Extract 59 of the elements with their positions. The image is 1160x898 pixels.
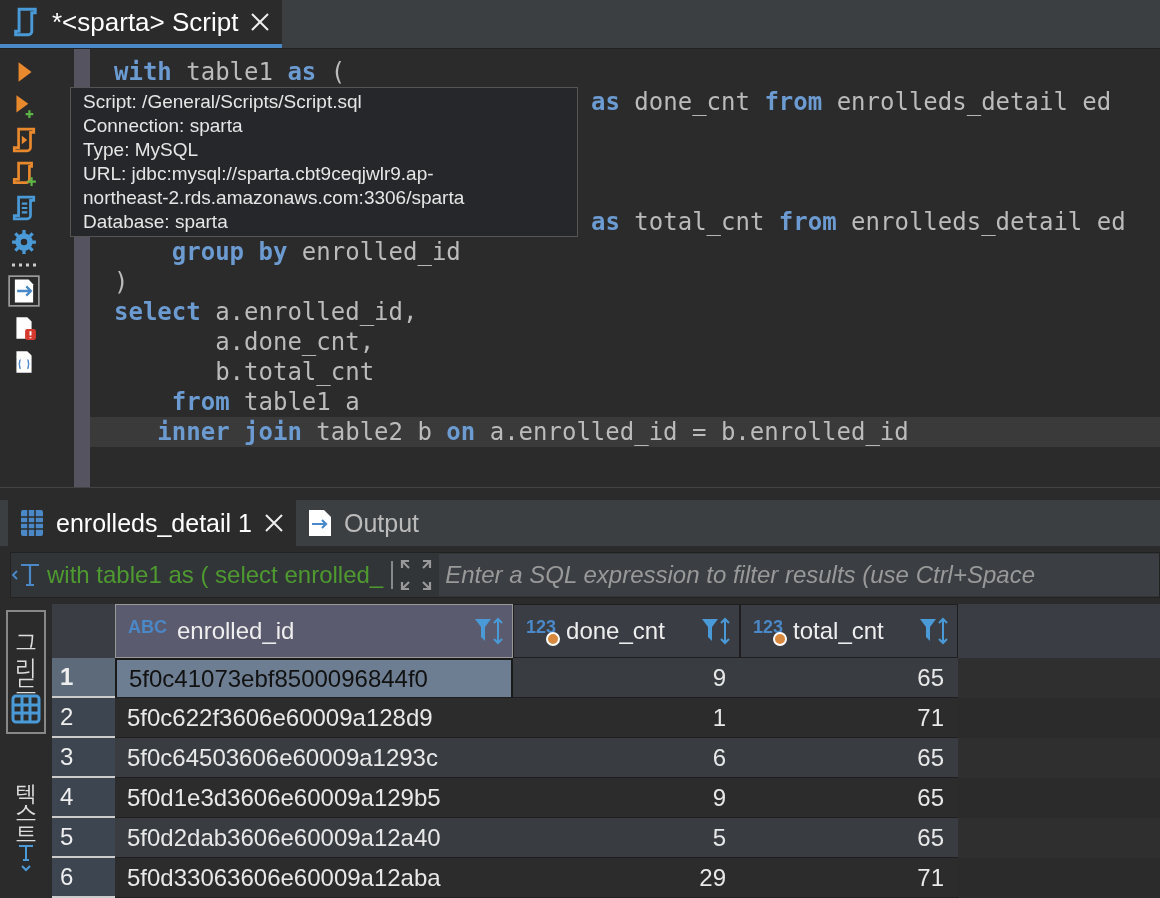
column-header[interactable]: 123 done_cnt [513,604,740,658]
row-number[interactable]: 6 [52,858,115,898]
row-number[interactable]: 4 [52,778,115,818]
row-number[interactable]: 2 [52,698,115,738]
document-export-icon[interactable] [8,275,40,307]
text-cursor-icon [16,842,36,874]
table-cell: 5f0c64503606e60009a1293c [115,738,513,778]
column-header[interactable]: ABC enrolled_id [115,604,513,658]
side-tab[interactable]: 그리드 [6,610,46,734]
code-line: as total_cnt from enrolleds_detail ed [591,207,1126,237]
table-cell: 9 [513,658,740,698]
table-cell: 5f0d2dab3606e60009a12a40 [115,818,513,858]
tooltip-line: URL: jdbc:mysql://sparta.cbt9ceqjwlr9.ap- [83,162,435,186]
table-cell: 65 [740,818,958,858]
side-tab[interactable]: 텍스트 [6,758,46,884]
header-corner [52,604,115,658]
tooltip-line: Connection: sparta [83,114,244,138]
row-number[interactable]: 5 [52,818,115,858]
dot-icon [546,631,561,646]
code-line: b.total_cnt [214,357,375,387]
script-list-icon[interactable] [11,195,37,221]
type-label: 123 [753,616,784,638]
editor-tab[interactable]: *<sparta> Script [0,0,283,48]
tooltip-line: Type: MySQL [83,138,200,162]
type-label: ABC [128,616,167,638]
table-icon [20,509,44,538]
more-dots-icon[interactable] [11,263,37,267]
tooltip-line: Database: sparta [83,210,229,234]
table-cell: 5f0c41073ebf8500096844f0 [115,658,513,698]
script-play-icon[interactable] [11,127,37,153]
code-line: as done_cnt from enrolleds_detail ed [591,87,1112,117]
result-tab[interactable]: enrolleds_detail 1 [8,500,296,547]
close-icon[interactable] [264,513,284,534]
code-line: inner join table2 b on a.enrolled_id = b.enrolled_id [156,417,909,447]
document-export-icon [308,509,332,538]
table-cell: 65 [740,658,958,698]
close-icon[interactable] [250,12,271,32]
code-line: with table1 as ( [114,57,346,87]
table-cell: 5 [513,818,740,858]
column-header[interactable]: 123 total_cnt [740,604,958,658]
table-cell: 65 [740,738,958,778]
table-cell: 6 [513,738,740,778]
code-line: select a.enrolled_id, [114,297,418,327]
script-play-plus-icon[interactable] [11,161,37,187]
filter-sort-icon[interactable] [701,617,731,645]
row-number[interactable]: 3 [52,738,115,778]
tooltip-line: northeast-2.rds.amazonaws.com:3306/sparta [83,186,466,210]
tooltip-line: Script: /General/Scripts/Script.sql [83,90,363,114]
filter-sort-icon[interactable] [919,617,949,645]
grid-icon [11,694,41,724]
dot-icon [773,631,788,646]
row-number[interactable]: 1 [52,658,115,698]
code-line: group by enrolled_id [170,237,461,267]
settings-icon[interactable] [11,229,37,255]
code-line: a.done_cnt, [214,327,375,357]
code-line: from table1 a [170,387,360,417]
script-icon [12,7,40,37]
code-line: ) [114,267,129,297]
type-label: 123 [526,616,557,638]
